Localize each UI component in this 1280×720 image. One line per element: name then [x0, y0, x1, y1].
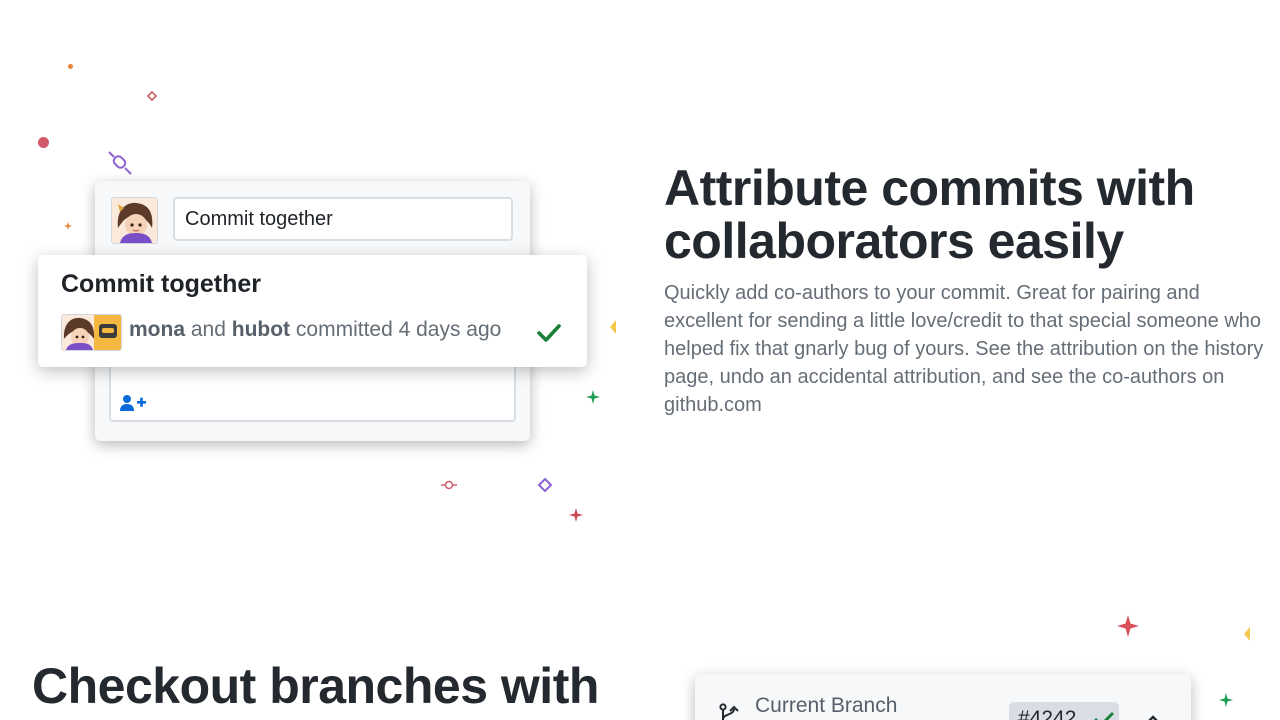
- coauthor-name[interactable]: hubot: [232, 318, 290, 341]
- sparkle-half-yellow-2: [1244, 627, 1250, 641]
- sparkle-dot-red: [38, 137, 49, 148]
- sparkle-star-red-large: [1117, 615, 1139, 637]
- sparkle-dot-orange: [68, 64, 73, 69]
- section-headline: Attribute commits with collaborators eas…: [664, 160, 1195, 269]
- section-headline: Checkout branches with: [32, 658, 599, 714]
- section-description: Quickly add co-authors to your commit. G…: [664, 282, 1264, 416]
- sparkle-diamond-red: [147, 91, 157, 101]
- sparkle-commit-dot-red: [441, 480, 457, 490]
- commit-meta-suffix: committed 4 days ago: [295, 318, 502, 341]
- avatar: [111, 197, 158, 244]
- current-branch-label: Current Branch: [755, 694, 898, 717]
- sparkle-star-orange: [64, 222, 72, 230]
- commit-title: Commit together: [61, 270, 261, 298]
- coauthor-name[interactable]: mona: [129, 318, 185, 341]
- sparkle-star-green-2: [1219, 693, 1233, 707]
- coauthor-avatars: [61, 314, 122, 351]
- chevron-up-icon[interactable]: [1144, 713, 1162, 720]
- sparkle-star-green: [586, 390, 600, 404]
- mona-hubot-avatars-icon: [62, 315, 121, 350]
- git-branch-icon: [719, 703, 739, 720]
- sparkle-diamond-purple: [537, 477, 553, 493]
- mona-avatar-icon: [112, 198, 157, 243]
- sparkle-half-yellow: [610, 320, 616, 334]
- sparkle-pill-purple: [108, 151, 132, 175]
- commit-summary-input[interactable]: Commit together: [173, 197, 513, 241]
- check-icon: [1094, 712, 1114, 720]
- commit-meta-connector: and: [190, 318, 226, 341]
- person-add-icon[interactable]: [119, 393, 147, 413]
- sparkle-star-red-small: [569, 508, 583, 522]
- check-icon: [537, 324, 561, 342]
- commit-description-field[interactable]: [109, 366, 516, 422]
- commit-meta: mona and hubot committed 4 days ago: [129, 318, 501, 342]
